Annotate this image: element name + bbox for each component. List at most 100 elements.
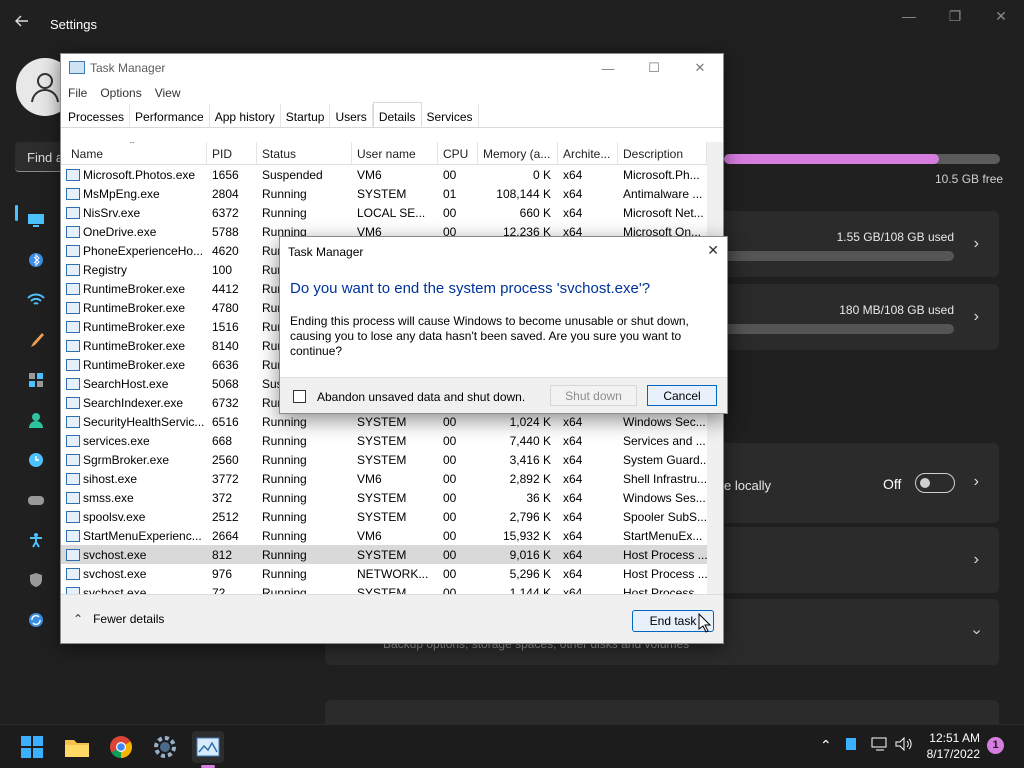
shut-down-button[interactable]: Shut down — [550, 385, 637, 406]
process-cpu: 00 — [443, 510, 457, 524]
nav-bluetooth-icon[interactable] — [18, 240, 54, 280]
storage-category-card-1[interactable]: 1.55 GB/108 GB used › — [724, 211, 999, 277]
process-cpu: 00 — [443, 453, 457, 467]
mouse-cursor-icon — [698, 613, 712, 633]
process-name: sihost.exe — [61, 469, 207, 488]
abandon-data-label[interactable]: Abandon unsaved data and shut down. — [317, 390, 525, 404]
table-row[interactable]: NisSrv.exe 6372 Running LOCAL SE... 00 660 K x… — [61, 203, 707, 222]
table-row[interactable]: spoolsv.exe 2512 Running SYSTEM 00 2,796 K x64… — [61, 507, 707, 526]
storage-sense-toggle[interactable] — [915, 473, 955, 493]
nav-time-icon[interactable] — [18, 440, 54, 480]
tab-users[interactable]: Users — [330, 104, 373, 127]
process-description: Microsoft.Ph... — [623, 168, 700, 182]
back-arrow-icon[interactable] — [14, 13, 34, 35]
menu-options[interactable]: Options — [99, 82, 147, 104]
chrome-icon[interactable] — [105, 731, 137, 763]
network-icon[interactable] — [871, 737, 889, 754]
process-memory: 108,144 K — [496, 187, 551, 201]
nav-apps-icon[interactable] — [18, 360, 54, 400]
nav-accessibility-icon[interactable] — [18, 520, 54, 560]
column-header-status[interactable]: Status — [257, 142, 352, 164]
storage-sense-card[interactable]: e locally Off › — [724, 443, 999, 523]
column-header-pid[interactable]: PID — [207, 142, 257, 164]
process-memory: 1,024 K — [509, 415, 551, 429]
tab-performance[interactable]: Performance — [130, 104, 210, 127]
task-manager-title: Task Manager — [90, 61, 166, 75]
table-row[interactable]: services.exe 668 Running SYSTEM 00 7,440 K x64… — [61, 431, 707, 450]
process-architecture: x64 — [563, 567, 583, 581]
tab-services[interactable]: Services — [422, 104, 479, 127]
nav-privacy-icon[interactable] — [18, 560, 54, 600]
process-architecture: x64 — [563, 187, 583, 201]
table-row[interactable]: svchost.exe 976 Running NETWORK... 00 5,296 K… — [61, 564, 707, 583]
end-process-dialog: Task Manager ✕ Do you want to end the sy… — [279, 236, 728, 414]
close-icon[interactable]: ✕ — [707, 242, 719, 259]
chevron-up-icon[interactable]: ⌃ — [820, 737, 832, 754]
abandon-data-checkbox[interactable] — [293, 390, 306, 403]
volume-icon[interactable] — [895, 736, 913, 754]
nav-gaming-icon[interactable] — [18, 480, 54, 520]
column-header-architecture[interactable]: Archite... — [558, 142, 618, 164]
tab-startup[interactable]: Startup — [281, 104, 331, 127]
process-cpu: 00 — [443, 168, 457, 182]
process-architecture: x64 — [563, 510, 583, 524]
tab-details[interactable]: Details — [372, 102, 422, 127]
cleanup-card[interactable]: › — [724, 527, 999, 593]
process-name: RuntimeBroker.exe — [61, 279, 207, 298]
dialog-title: Task Manager — [288, 245, 364, 259]
task-manager-titlebar[interactable]: Task Manager — ☐ ✕ — [61, 54, 723, 82]
tab-processes[interactable]: Processes — [63, 104, 131, 127]
process-pid: 6732 — [212, 396, 239, 410]
process-pid: 6636 — [212, 358, 239, 372]
nav-update-icon[interactable] — [18, 600, 54, 640]
table-row[interactable]: MsMpEng.exe 2804 Running SYSTEM 01 108,144 K x… — [61, 184, 707, 203]
dialog-footer: Abandon unsaved data and shut down. Shut… — [280, 377, 727, 413]
process-pid: 1516 — [212, 320, 239, 334]
table-row[interactable]: SgrmBroker.exe 2560 Running SYSTEM 00 3,416 K… — [61, 450, 707, 469]
column-header-user[interactable]: User name — [352, 142, 438, 164]
table-header: ⌃ Name PID Status User name CPU Memory (a… — [61, 142, 707, 165]
tab-app-history[interactable]: App history — [210, 104, 281, 127]
nav-accounts-icon[interactable] — [18, 400, 54, 440]
table-row[interactable]: Microsoft.Photos.exe 1656 Suspended VM6 00 0 … — [61, 165, 707, 184]
table-row[interactable]: StartMenuExperienc... 2664 Running VM6 00 15,… — [61, 526, 707, 545]
restore-icon[interactable]: ❐ — [932, 0, 978, 32]
taskbar-clock[interactable]: 12:51 AM 8/17/2022 — [927, 730, 980, 762]
nav-network-icon[interactable] — [18, 280, 54, 320]
storage-category-card-2[interactable]: 180 MB/108 GB used › — [724, 284, 999, 350]
close-icon[interactable]: ✕ — [978, 0, 1024, 32]
cancel-button[interactable]: Cancel — [647, 385, 717, 406]
table-row[interactable]: smss.exe 372 Running SYSTEM 00 36 K x64 Windows… — [61, 488, 707, 507]
menu-file[interactable]: File — [67, 82, 93, 104]
process-pid: 6516 — [212, 415, 239, 429]
process-name: PhoneExperienceHo... — [61, 241, 207, 260]
minimize-icon[interactable]: — — [886, 0, 932, 32]
column-header-name[interactable]: ⌃ Name — [61, 142, 207, 164]
table-row[interactable]: svchost.exe 812 Running SYSTEM 00 9,016 K x64 H… — [61, 545, 707, 564]
nav-system-icon[interactable] — [18, 200, 54, 240]
task-manager-taskbar-icon[interactable] — [192, 731, 224, 763]
minimize-icon[interactable]: — — [585, 54, 631, 82]
process-description: StartMenuEx... — [623, 529, 703, 543]
file-explorer-icon[interactable] — [61, 731, 93, 763]
table-row[interactable]: svchost.exe 72 Running SYSTEM 00 1,144 K x64 Ho… — [61, 583, 707, 594]
menu-view[interactable]: View — [154, 82, 187, 104]
process-user: SYSTEM — [357, 548, 407, 562]
tablet-icon[interactable] — [845, 737, 857, 754]
column-header-memory[interactable]: Memory (a... — [478, 142, 558, 164]
column-header-cpu[interactable]: CPU — [438, 142, 478, 164]
nav-personalization-icon[interactable] — [18, 320, 54, 360]
column-header-description[interactable]: Description — [618, 142, 707, 164]
maximize-icon[interactable]: ☐ — [631, 54, 677, 82]
user-icon — [31, 73, 59, 103]
process-user: VM6 — [357, 168, 382, 182]
settings-gear-icon[interactable] — [149, 731, 181, 763]
process-name: RuntimeBroker.exe — [61, 355, 207, 374]
process-cpu: 00 — [443, 491, 457, 505]
table-row[interactable]: SecurityHealthServic... 6516 Running SYSTEM… — [61, 412, 707, 431]
start-icon[interactable] — [16, 731, 48, 763]
table-row[interactable]: sihost.exe 3772 Running VM6 00 2,892 K x64 Shel… — [61, 469, 707, 488]
notification-badge[interactable]: 1 — [987, 737, 1004, 754]
close-icon[interactable]: ✕ — [677, 54, 723, 82]
fewer-details-link[interactable]: ⌃ Fewer details — [73, 612, 164, 626]
